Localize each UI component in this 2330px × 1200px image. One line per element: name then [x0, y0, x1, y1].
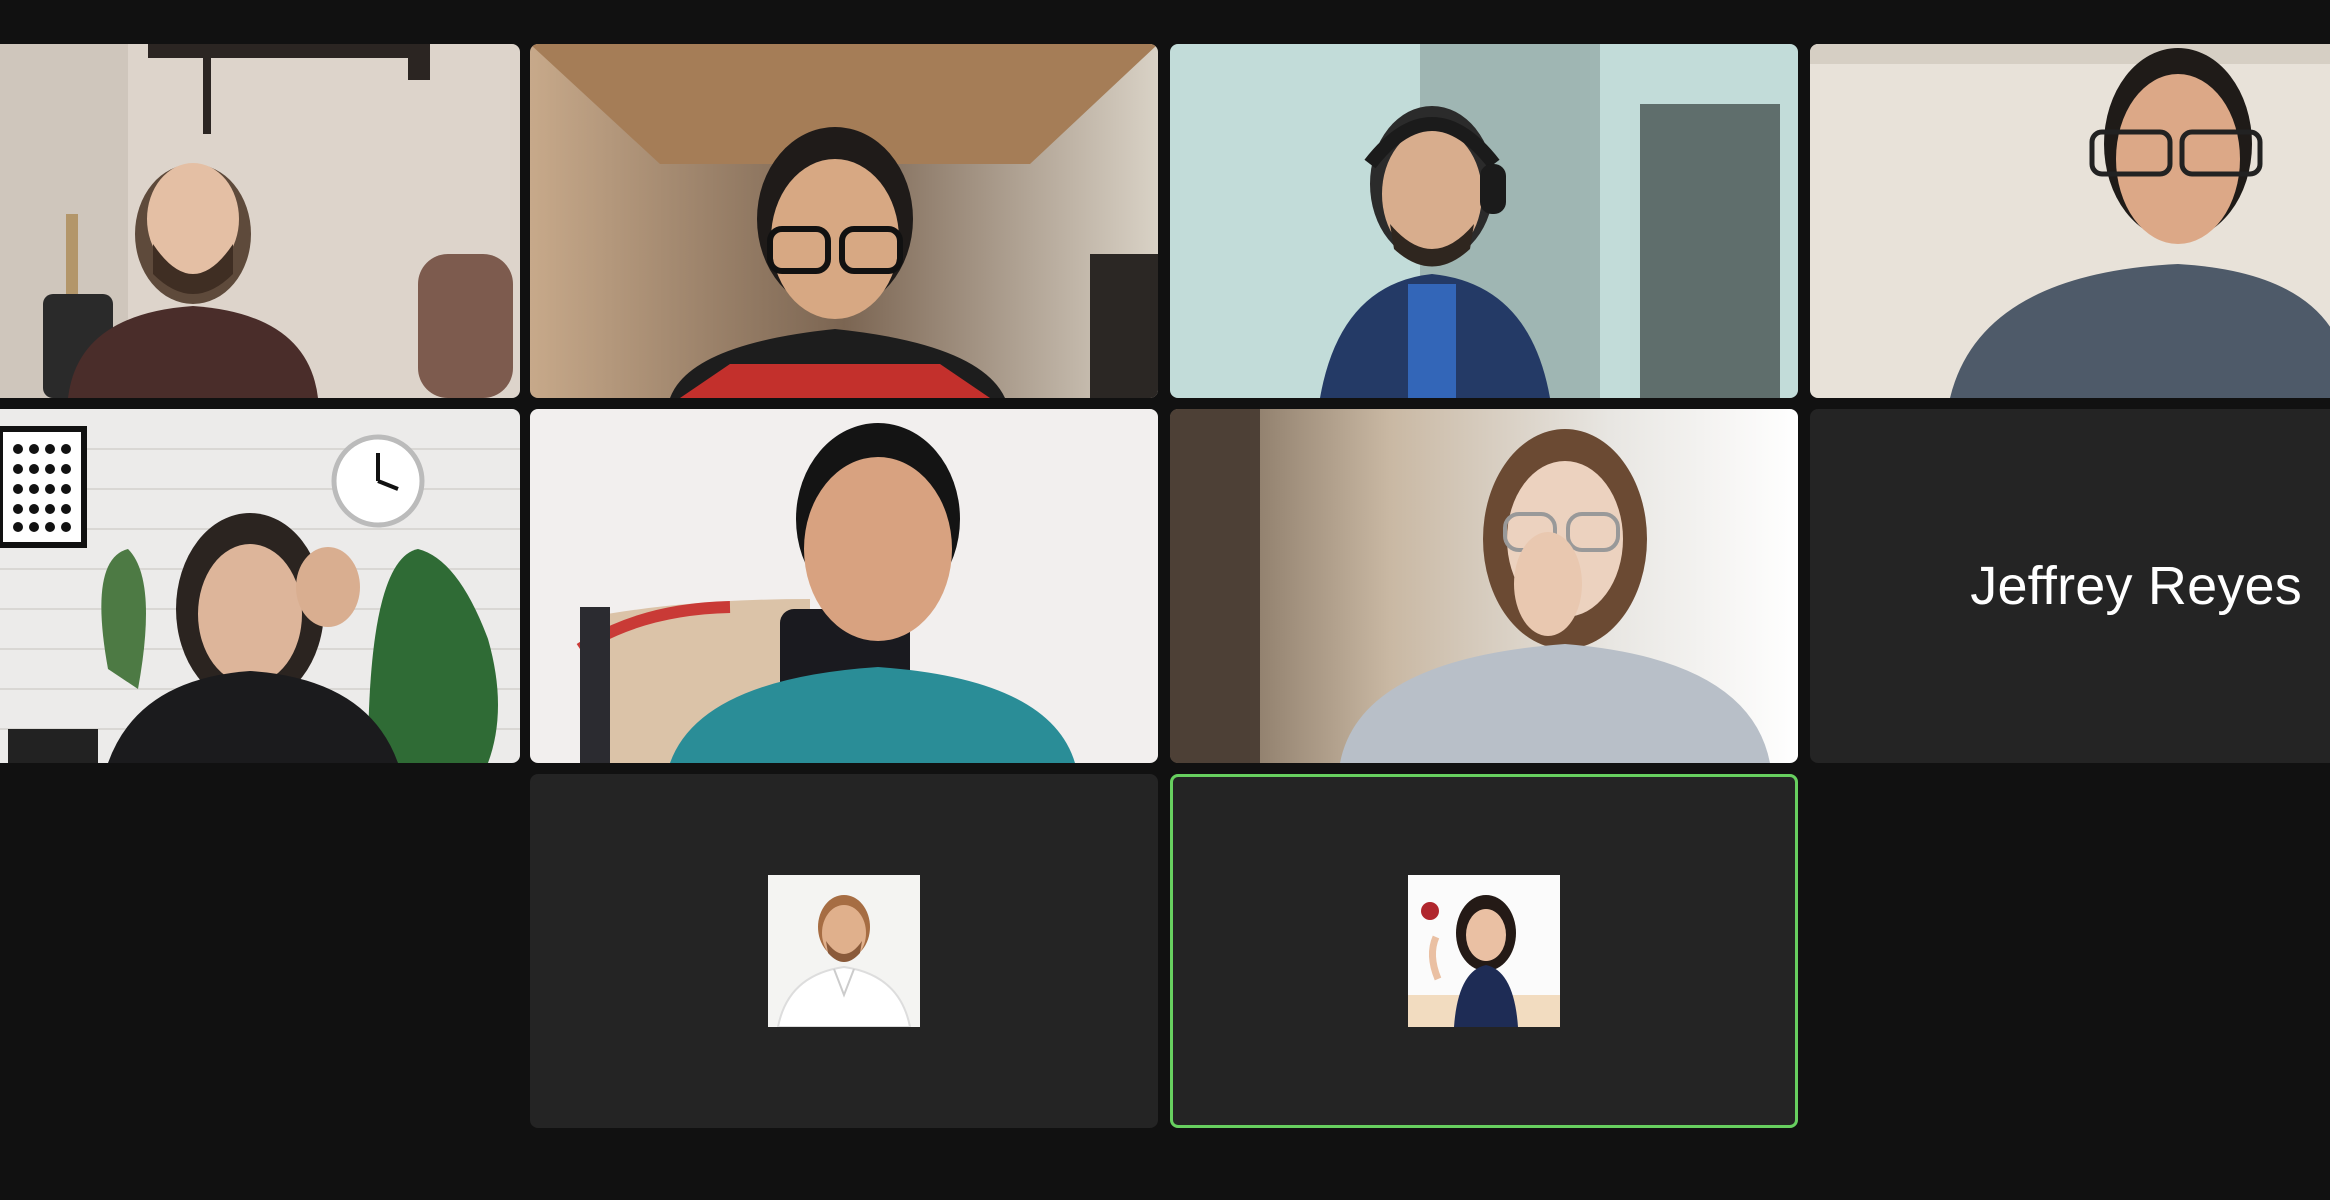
video-feed	[1170, 409, 1798, 763]
participant-video-6[interactable]	[530, 409, 1158, 763]
profile-photo-icon	[1408, 875, 1560, 1027]
participant-avatar-tile-1[interactable]	[530, 774, 1158, 1128]
participant-video-1[interactable]	[0, 44, 520, 398]
video-feed	[530, 44, 1158, 398]
participant-name: Jeffrey Reyes	[1970, 556, 2302, 616]
participant-video-7[interactable]	[1170, 409, 1798, 763]
participant-tile-jeffrey-reyes[interactable]: Jeffrey Reyes	[1810, 409, 2330, 763]
video-feed	[1810, 44, 2330, 398]
video-feed	[1170, 44, 1798, 398]
avatar	[768, 875, 920, 1027]
participant-video-5[interactable]	[0, 409, 520, 763]
profile-photo-icon	[768, 875, 920, 1027]
video-feed	[530, 409, 1158, 763]
video-feed	[0, 409, 520, 763]
participant-avatar-tile-2[interactable]	[1170, 774, 1798, 1128]
participant-video-2[interactable]	[530, 44, 1158, 398]
video-feed	[0, 44, 520, 398]
avatar	[1408, 875, 1560, 1027]
participant-video-4[interactable]	[1810, 44, 2330, 398]
participant-video-3[interactable]	[1170, 44, 1798, 398]
